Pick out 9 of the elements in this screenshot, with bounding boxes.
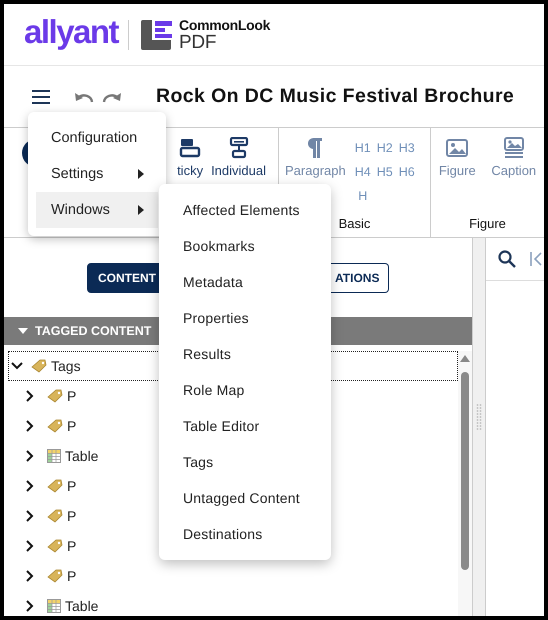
document-title: Rock On DC Music Festival Brochure [156, 85, 514, 108]
menu-item-label: Configuration [51, 130, 138, 146]
menu-item-label: Settings [51, 166, 104, 182]
product-subname: PDF [179, 32, 218, 52]
group-label: Figure [469, 216, 506, 231]
group-label: Basic [338, 216, 370, 231]
product-name: CommonLook [179, 18, 270, 32]
menu-item-label: Windows [51, 202, 110, 218]
brand-logo: allyant [24, 15, 118, 48]
